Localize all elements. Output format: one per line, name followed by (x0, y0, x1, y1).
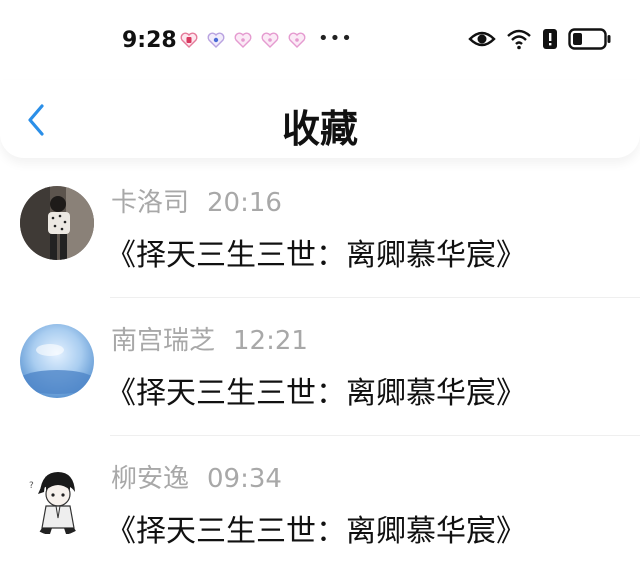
heart-notification-icon (180, 32, 198, 48)
item-meta: 卡洛司 20:16 (111, 182, 282, 219)
notification-icons (180, 32, 306, 48)
list-item[interactable]: 卡洛司 20:16 《择天三生三世：离卿慕华宸》 (0, 160, 640, 298)
app-header: 收藏 (0, 80, 640, 158)
page-title: 收藏 (281, 107, 358, 151)
list-item[interactable]: ? 柳安逸 09:34 《择天三生三世：离卿慕华宸》 (0, 436, 640, 574)
avatar[interactable]: ? (20, 462, 94, 536)
system-icons (468, 28, 612, 50)
battery-icon (568, 28, 611, 50)
avatar[interactable] (20, 186, 94, 260)
photo-avatar (20, 186, 94, 260)
heart-notification-icon (207, 32, 225, 48)
heart-notification-icon (261, 32, 279, 48)
more-notifications-indicator: ••• (318, 28, 353, 49)
item-meta: 柳安逸 09:34 (111, 458, 282, 495)
favorite-message: 《择天三生三世：离卿慕华宸》 (106, 514, 526, 549)
timestamp: 09:34 (207, 464, 282, 494)
avatar[interactable] (20, 324, 94, 398)
status-time: 9:28 (122, 28, 177, 53)
anime-avatar: ? (20, 462, 94, 536)
item-meta: 南宫瑞芝 12:21 (111, 320, 308, 357)
status-bar: 9:28 ••• (0, 0, 640, 80)
timestamp: 12:21 (233, 326, 308, 356)
eye-icon (468, 31, 496, 47)
contact-name: 卡洛司 (111, 188, 190, 218)
contact-name: 柳安逸 (111, 464, 190, 494)
svg-text:?: ? (29, 481, 34, 491)
favorite-message: 《择天三生三世：离卿慕华宸》 (106, 376, 526, 411)
contact-name: 南宫瑞芝 (111, 326, 216, 356)
alert-icon (543, 29, 557, 49)
blue-sky-avatar (20, 324, 94, 398)
timestamp: 20:16 (207, 188, 282, 218)
list-item[interactable]: 南宫瑞芝 12:21 《择天三生三世：离卿慕华宸》 (0, 298, 640, 436)
heart-notification-icon (234, 32, 252, 48)
heart-notification-icon (288, 32, 306, 48)
favorite-message: 《择天三生三世：离卿慕华宸》 (106, 238, 526, 273)
wifi-icon (507, 29, 531, 50)
